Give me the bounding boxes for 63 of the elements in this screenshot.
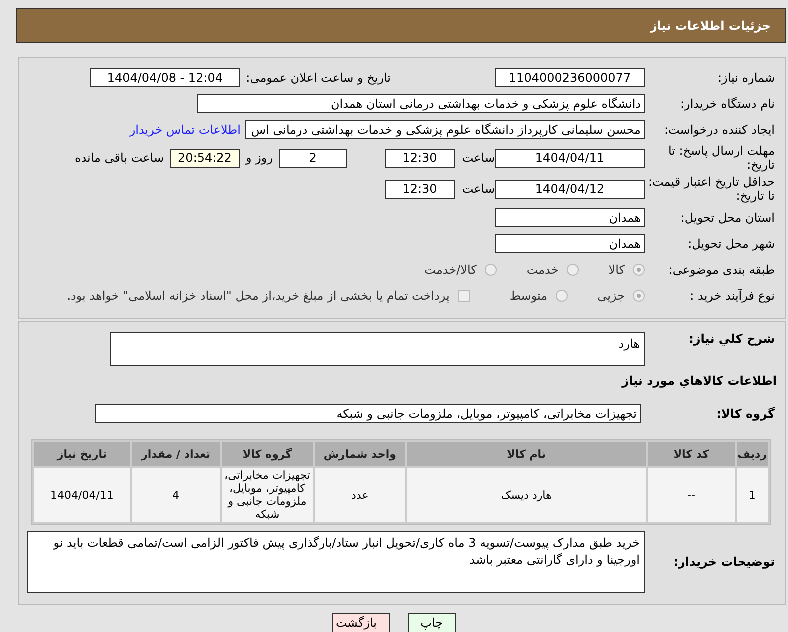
table-cell: هارد دیسک xyxy=(407,468,646,522)
field-label: استان محل تحویل: xyxy=(680,210,776,224)
option-label: متوسط xyxy=(510,288,548,302)
column-header: تعداد / مقدار xyxy=(132,442,220,466)
field-label: حداقل تاریخ اعتبار قیمت: تا تاریخ: xyxy=(647,175,776,203)
field-value: دانشگاه علوم پزشکی و خدمات بهداشتی درمانی استان همدان xyxy=(197,94,645,113)
column-header: نام کالا xyxy=(407,442,646,466)
field-label: نوع فرآیند خرید : xyxy=(689,288,776,302)
field-label: ساعت xyxy=(461,182,495,196)
field-label: روز و xyxy=(246,151,273,165)
radio-button[interactable] xyxy=(556,290,568,302)
field-label: طبقه بندی موضوعی: xyxy=(668,262,776,276)
field-value: محسن سلیمانی کارپرداز دانشگاه علوم پزشکی و خدمات بهداشتی درمانی اس xyxy=(245,120,645,139)
field-label: مهلت ارسال پاسخ: تا تاریخ: xyxy=(667,144,776,172)
group-field: تجهیزات مخابراتی، کامپیوتر، موبایل، ملزومات جانبی و شبکه xyxy=(95,404,641,423)
back-button[interactable]: بازگشت xyxy=(332,613,390,632)
field-label: گروه کالا: xyxy=(716,406,776,420)
field-label: شهر محل تحویل: xyxy=(687,236,776,250)
field-label: ایجاد کننده درخواست: xyxy=(663,122,776,136)
field-label: ساعت باقی مانده xyxy=(74,151,164,165)
field-label: تاریخ و ساعت اعلان عمومی: xyxy=(246,70,391,84)
option-label: کالا/خدمت xyxy=(424,262,477,276)
column-header: تاریخ نیاز xyxy=(34,442,130,466)
option-label: کالا xyxy=(608,262,625,276)
field-value: 20:54:22 xyxy=(170,148,240,168)
field-value: 1404/04/08 - 12:04 xyxy=(90,68,240,87)
field-value: 2 xyxy=(279,148,347,168)
field-value: 1404/04/12 xyxy=(495,180,645,198)
column-header: گروه کالا xyxy=(222,442,314,466)
radio-button[interactable] xyxy=(633,290,645,302)
column-header: ردیف xyxy=(736,442,768,466)
field-label: شرح کلي نياز: xyxy=(688,332,776,346)
option-label: جزیی xyxy=(598,288,625,302)
page-title: جزئیات اطلاعات نیاز xyxy=(16,8,786,43)
table-cell: 4 xyxy=(132,468,220,522)
contact-link[interactable]: اطلاعات تماس خریدار xyxy=(130,122,241,136)
column-header: واحد شمارش xyxy=(315,442,406,466)
field-label: ساعت xyxy=(461,151,495,165)
field-value: 1404/04/11 xyxy=(495,148,645,168)
description-box[interactable]: هارد xyxy=(110,332,645,366)
radio-button[interactable] xyxy=(566,264,579,276)
section-heading: اطلاعات کالاهاي مورد نياز xyxy=(622,374,777,388)
column-header: کد کالا xyxy=(648,442,735,466)
field-value: 12:30 xyxy=(385,148,455,168)
checkbox[interactable] xyxy=(458,290,470,302)
field-label: توضیحات خریدار: xyxy=(672,555,776,569)
field-value: همدان xyxy=(495,208,645,227)
field-value: همدان xyxy=(495,234,645,253)
option-label: پرداخت تمام یا بخشی از مبلغ خرید،از محل "اسناد خزانه اسلامی" خواهد بود. xyxy=(67,288,450,302)
radio-button[interactable] xyxy=(633,264,645,276)
table-cell: تجهیزات مخابراتی، کامپیوتر، موبایل، ملزومات جانبی و شبکه xyxy=(222,468,314,522)
field-label: نام دستگاه خریدار: xyxy=(680,96,776,110)
field-label: شماره نیاز: xyxy=(717,70,776,84)
table-cell: 1 xyxy=(736,468,768,522)
table-cell: عدد xyxy=(315,468,406,522)
buyer-notes-box[interactable]: خرید طبق مدارک پیوست/تسویه 3 ماه کاری/تحویل انبار ستاد/بارگذاری پیش فاکتور الزامی است/تمامی قطعات باید نو اورجینا و دارای گارانتی معتبر باشد xyxy=(27,531,645,593)
table-cell: -- xyxy=(648,468,735,522)
radio-button[interactable] xyxy=(484,264,497,276)
table-cell: 1404/04/11 xyxy=(34,468,130,522)
print-button[interactable]: چاپ xyxy=(408,613,456,632)
field-value: 1104000236000077 xyxy=(495,68,645,87)
option-label: خدمت xyxy=(526,262,559,276)
field-value: 12:30 xyxy=(385,180,455,198)
